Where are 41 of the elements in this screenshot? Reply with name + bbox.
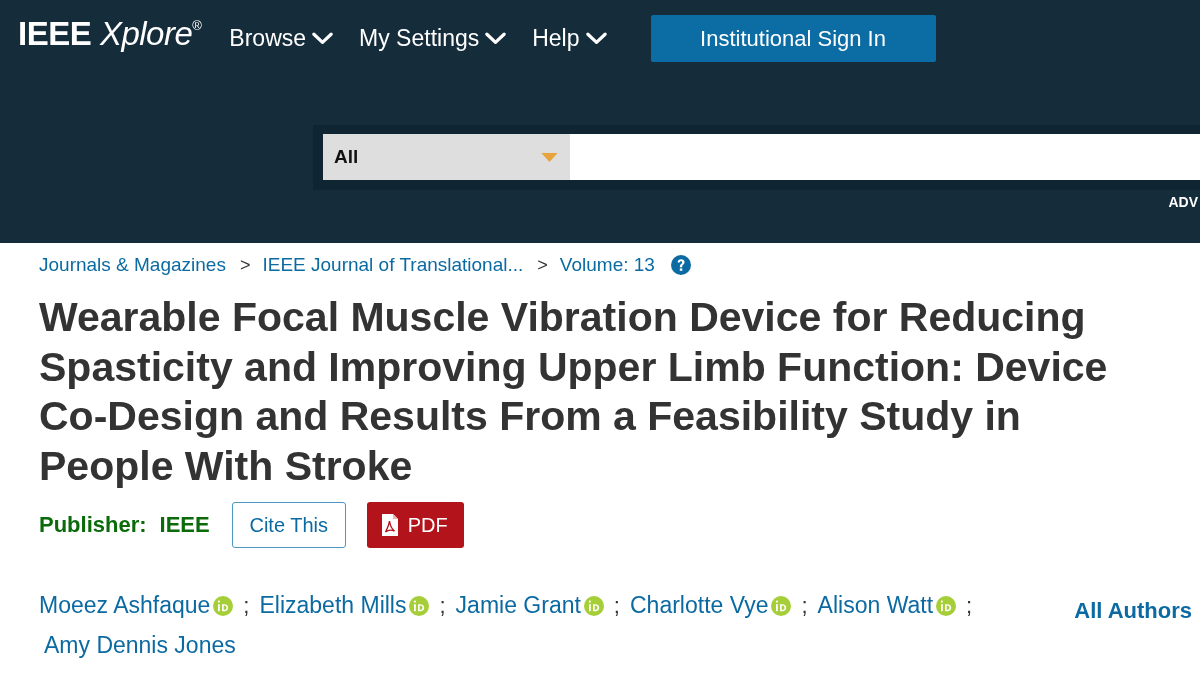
breadcrumb-separator: >: [239, 254, 251, 276]
author-separator: ;: [801, 592, 808, 619]
chevron-down-icon[interactable]: [485, 32, 507, 45]
orcid-icon[interactable]: [583, 595, 604, 616]
orcid-icon[interactable]: [213, 595, 234, 616]
nav-menu-link[interactable]: My Settings: [359, 25, 480, 52]
breadcrumb-link[interactable]: IEEE Journal of Translational...: [262, 254, 524, 276]
chevron-down-icon[interactable]: [585, 32, 607, 45]
chevron-down-icon[interactable]: [312, 32, 334, 45]
nav-menu-link[interactable]: Browse: [229, 25, 307, 52]
author-link[interactable]: Charlotte Vye: [630, 592, 769, 619]
orcid-icon[interactable]: [409, 595, 430, 616]
author-separator: ;: [243, 592, 250, 619]
author-separator: ;: [966, 592, 973, 619]
cite-button[interactable]: Cite This: [231, 502, 346, 548]
caret-down-icon: [541, 152, 558, 162]
all-authors-link[interactable]: All Authors: [1074, 598, 1192, 624]
breadcrumb-link[interactable]: Volume: 13: [559, 254, 655, 276]
author-link[interactable]: Amy Dennis Jones: [44, 632, 236, 659]
pdf-file-icon: [381, 514, 398, 536]
orcid-icon[interactable]: [771, 595, 792, 616]
article-title: Wearable Focal Muscle Vibration Device for Reducing Spasticity and Improving Upper Limb Function: Device Co-Design and Results From a Feasibility Study in People With Stroke: [39, 293, 1109, 491]
orcid-icon[interactable]: [936, 595, 957, 616]
author-separator: ;: [439, 592, 446, 619]
search-field[interactable]: [570, 134, 1200, 180]
author-separator: ;: [613, 592, 620, 619]
author-link[interactable]: Elizabeth Mills: [259, 592, 407, 619]
breadcrumb-separator: >: [537, 254, 548, 276]
publisher-label: Publisher:: [39, 512, 147, 538]
pdf-button[interactable]: PDF: [366, 502, 464, 548]
author-link[interactable]: Moeez Ashfaque: [39, 592, 211, 619]
author-link[interactable]: Alison Watt: [817, 592, 934, 619]
scope-dropdown[interactable]: All: [323, 134, 570, 180]
author-link[interactable]: Jamie Grant: [455, 592, 581, 619]
publisher-name: IEEE: [159, 512, 210, 538]
help-icon[interactable]: [670, 255, 691, 275]
site-logo[interactable]: IEEE Xplore$^{®}$: [18, 17, 202, 50]
nav-menu-link[interactable]: Help: [532, 25, 580, 52]
breadcrumb-link[interactable]: Journals & Magazines: [39, 254, 226, 276]
advanced-search-link[interactable]: ADV: [1168, 194, 1198, 210]
sign-in-button[interactable]: Institutional Sign In: [650, 15, 936, 62]
